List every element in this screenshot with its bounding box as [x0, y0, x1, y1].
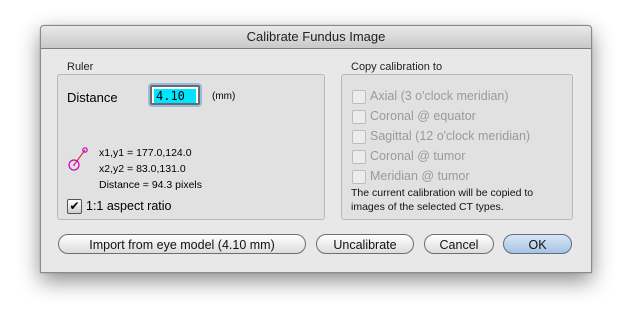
- ct-sagittal-label[interactable]: Sagittal (12 o'clock meridian): [370, 129, 530, 143]
- ct-coronal-equator-label[interactable]: Coronal @ equator: [370, 109, 476, 123]
- ct-axial-label[interactable]: Axial (3 o'clock meridian): [370, 89, 509, 103]
- ct-meridian-tumor-checkbox[interactable]: [352, 170, 366, 184]
- coords2-text: x2,y2 = 83.0,131.0: [99, 163, 186, 175]
- ct-axial-checkbox[interactable]: [352, 90, 366, 104]
- ct-coronal-tumor-checkbox[interactable]: [352, 150, 366, 164]
- cancel-button[interactable]: Cancel: [424, 234, 494, 254]
- ruler-icon: [68, 147, 88, 171]
- import-eye-model-button[interactable]: Import from eye model (4.10 mm): [58, 234, 306, 254]
- pixel-distance-text: Distance = 94.3 pixels: [99, 179, 203, 191]
- calibrate-dialog: Calibrate Fundus Image Ruler Distance 4.…: [40, 25, 592, 273]
- unit-label: (mm): [212, 91, 236, 102]
- checkmark-icon: ✔: [69, 199, 80, 213]
- uncalibrate-button[interactable]: Uncalibrate: [316, 234, 414, 254]
- copy-note-line2: images of the selected CT types.: [351, 201, 504, 213]
- ok-button[interactable]: OK: [503, 234, 572, 254]
- distance-input-value[interactable]: 4.10: [154, 89, 196, 103]
- distance-input[interactable]: 4.10: [150, 85, 200, 105]
- ct-meridian-tumor-label[interactable]: Meridian @ tumor: [370, 169, 470, 183]
- ct-coronal-equator-checkbox[interactable]: [352, 110, 366, 124]
- distance-label: Distance: [67, 90, 118, 105]
- copy-note-line1: The current calibration will be copied t…: [351, 187, 534, 199]
- ruler-group-label: Ruler: [67, 61, 94, 73]
- aspect-ratio-checkbox[interactable]: ✔: [67, 199, 82, 214]
- coords1-text: x1,y1 = 177.0,124.0: [99, 147, 192, 159]
- window-title: Calibrate Fundus Image: [41, 26, 591, 49]
- aspect-ratio-label[interactable]: 1:1 aspect ratio: [86, 199, 171, 213]
- copy-group-label: Copy calibration to: [351, 61, 443, 73]
- ct-sagittal-checkbox[interactable]: [352, 130, 366, 144]
- ct-coronal-tumor-label[interactable]: Coronal @ tumor: [370, 149, 465, 163]
